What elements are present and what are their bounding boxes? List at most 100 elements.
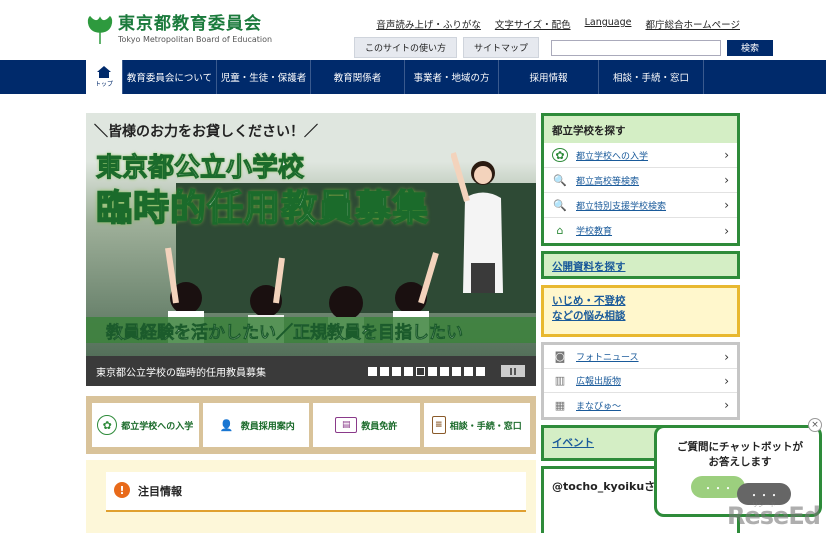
nav-board[interactable]: 教育委員会について bbox=[122, 60, 216, 94]
school-icon: ⌂ bbox=[556, 224, 564, 237]
ginkgo-logo-icon bbox=[87, 15, 113, 44]
notice-section: ! 注目情報 bbox=[86, 460, 536, 533]
quick-link-recruit[interactable]: 👤 教員採用案内 bbox=[202, 403, 309, 447]
chatbot-line-2: お答えします bbox=[708, 456, 772, 468]
slide-indicator-4[interactable] bbox=[404, 367, 413, 376]
flower-icon: ✿ bbox=[552, 148, 568, 162]
school-link-highschool-search[interactable]: 🔍 都立高校等検索 › bbox=[544, 168, 737, 193]
quick-link-label: 教員採用案内 bbox=[240, 421, 295, 432]
quick-link-label: 相談・手続・窓口 bbox=[449, 421, 522, 432]
magnifier-icon: 🔍 bbox=[553, 173, 567, 187]
chevron-right-icon: › bbox=[724, 398, 729, 412]
search-button[interactable]: 検索 bbox=[727, 39, 774, 56]
flower-icon: ✿ bbox=[97, 415, 118, 435]
exclamation-icon: ! bbox=[114, 482, 130, 498]
school-finder-panel: 都立学校を探す ✿ 都立学校への入学 › 🔍 都立高校等検索 › 🔍 都立特別支… bbox=[541, 113, 740, 246]
nav-educators[interactable]: 教育関係者 bbox=[310, 60, 404, 94]
home-icon bbox=[97, 66, 111, 78]
clipboard-icon: ≡ bbox=[431, 416, 446, 434]
media-link-photo-news[interactable]: ◙ フォトニュース › bbox=[544, 345, 737, 369]
pause-icon bbox=[510, 367, 512, 375]
notice-title: 注目情報 bbox=[138, 485, 182, 498]
quick-link-admission[interactable]: ✿ 都立学校への入学 bbox=[92, 403, 199, 447]
quick-link-consult[interactable]: ≡ 相談・手続・窓口 bbox=[423, 403, 530, 447]
slide-indicators bbox=[368, 367, 485, 376]
link-read-aloud[interactable]: 音声読み上げ・ふりがな bbox=[376, 17, 481, 31]
pause-icon bbox=[514, 367, 516, 375]
site-header: 東京都教育委員会 Tokyo Metropolitan Board of Edu… bbox=[0, 0, 826, 60]
school-finder-title: 都立学校を探す bbox=[544, 116, 737, 143]
slide-indicator-5[interactable] bbox=[416, 367, 425, 376]
bullying-line-2: などの悩み相談 bbox=[552, 310, 626, 322]
slide-indicator-1[interactable] bbox=[368, 367, 377, 376]
nav-recruit[interactable]: 採用情報 bbox=[498, 60, 598, 94]
logo-text-en: Tokyo Metropolitan Board of Education bbox=[118, 35, 273, 44]
hero-banner[interactable]: ＼皆様のお力をお貸しください！／ 東京都公立小学校 臨時的任用教員募集 教員経験… bbox=[86, 113, 536, 386]
nav-home[interactable]: トップ bbox=[86, 60, 122, 94]
school-link-label: 都立高校等検索 bbox=[576, 176, 640, 187]
nav-students[interactable]: 児童・生徒・保護者 bbox=[216, 60, 310, 94]
banner-tagline: ＼皆様のお力をお貸しください！／ bbox=[94, 124, 318, 140]
chevron-right-icon: › bbox=[724, 198, 729, 212]
bullying-consult-link[interactable]: いじめ・不登校 などの悩み相談 bbox=[541, 285, 740, 337]
slide-indicator-7[interactable] bbox=[440, 367, 449, 376]
slide-indicator-2[interactable] bbox=[380, 367, 389, 376]
banner-caption: 東京都公立学校の臨時的任用教員募集 bbox=[96, 368, 266, 379]
quick-links: ✿ 都立学校への入学 👤 教員採用案内 ▤ 教員免許 ≡ 相談・手続・窓口 bbox=[86, 396, 536, 454]
utility-links: 音声読み上げ・ふりがな 文字サイズ・配色 Language 都庁総合ホームページ bbox=[376, 17, 740, 31]
slide-indicator-9[interactable] bbox=[464, 367, 473, 376]
camera-icon: ◙ bbox=[554, 350, 566, 363]
link-text-size[interactable]: 文字サイズ・配色 bbox=[495, 17, 571, 31]
clapper-icon: ▦ bbox=[554, 398, 566, 412]
bullying-line-1: いじめ・不登校 bbox=[552, 295, 626, 307]
media-link-label: 広報出版物 bbox=[576, 377, 622, 387]
link-language[interactable]: Language bbox=[585, 17, 632, 31]
nav-business[interactable]: 事業者・地域の方 bbox=[404, 60, 498, 94]
slideshow-pause-button[interactable] bbox=[501, 365, 525, 377]
banner-caption-bar: 東京都公立学校の臨時的任用教員募集 bbox=[86, 356, 536, 386]
media-link-publications[interactable]: ▥ 広報出版物 › bbox=[544, 369, 737, 393]
school-link-label: 学校教育 bbox=[576, 227, 613, 237]
link-tocho-home[interactable]: 都庁総合ホームページ bbox=[645, 17, 740, 31]
chatbot-close-icon[interactable]: × bbox=[808, 418, 822, 432]
slide-indicator-6[interactable] bbox=[428, 367, 437, 376]
nav-consult[interactable]: 相談・手続・窓口 bbox=[598, 60, 704, 94]
media-link-label: まなびゅ〜 bbox=[576, 401, 622, 412]
school-link-admission[interactable]: ✿ 都立学校への入学 › bbox=[544, 143, 737, 168]
search-input[interactable] bbox=[551, 39, 722, 56]
chatbot-line-1: ご質問にチャットボットが bbox=[677, 441, 803, 453]
header-tools: このサイトの使い方 サイトマップ 検索 bbox=[354, 37, 774, 58]
school-link-education[interactable]: ⌂ 学校教育 › bbox=[544, 218, 737, 243]
public-docs-link[interactable]: 公開資料を探す bbox=[541, 251, 740, 279]
slide-indicator-3[interactable] bbox=[392, 367, 401, 376]
person-icon: 👤 bbox=[219, 418, 234, 432]
school-link-label: 都立特別支援学校検索 bbox=[576, 201, 667, 212]
id-card-icon: ▤ bbox=[335, 417, 358, 433]
media-link-label: フォトニュース bbox=[576, 353, 639, 363]
banner-headline-2: 臨時的任用教員募集 bbox=[95, 187, 430, 230]
logo-text-jp: 東京都教育委員会 bbox=[118, 14, 262, 34]
book-icon: ▥ bbox=[554, 374, 566, 387]
chatbot-message: ご質問にチャットボットが お答えします bbox=[665, 440, 815, 470]
chevron-right-icon: › bbox=[724, 173, 729, 187]
magnifier-icon: 🔍 bbox=[553, 198, 567, 212]
chevron-right-icon: › bbox=[724, 349, 729, 364]
quick-link-label: 教員免許 bbox=[361, 421, 398, 432]
how-to-use-button[interactable]: このサイトの使い方 bbox=[354, 37, 458, 58]
notice-header: ! 注目情報 bbox=[106, 472, 526, 512]
slide-indicator-8[interactable] bbox=[452, 367, 461, 376]
quick-link-label: 都立学校への入学 bbox=[121, 421, 194, 432]
slide-indicator-10[interactable] bbox=[476, 367, 485, 376]
media-links-panel: ◙ フォトニュース › ▥ 広報出版物 › ▦ まなびゅ〜 › bbox=[541, 342, 740, 420]
chevron-right-icon: › bbox=[724, 148, 729, 162]
sitemap-button[interactable]: サイトマップ bbox=[463, 37, 540, 58]
banner-bottom-text: 教員経験を活かしたい／正規教員を目指したい bbox=[106, 323, 464, 344]
quick-link-license[interactable]: ▤ 教員免許 bbox=[313, 403, 420, 447]
site-logo[interactable]: 東京都教育委員会 Tokyo Metropolitan Board of Edu… bbox=[86, 14, 272, 46]
nav-home-label: トップ bbox=[94, 81, 113, 88]
resed-watermark-small: リシード bbox=[752, 502, 777, 509]
school-link-special-search[interactable]: 🔍 都立特別支援学校検索 › bbox=[544, 193, 737, 218]
chevron-right-icon: › bbox=[724, 223, 729, 238]
media-link-manabyu[interactable]: ▦ まなびゅ〜 › bbox=[544, 393, 737, 417]
banner-bottom-strip: 教員経験を活かしたい／正規教員を目指したい bbox=[86, 317, 536, 343]
